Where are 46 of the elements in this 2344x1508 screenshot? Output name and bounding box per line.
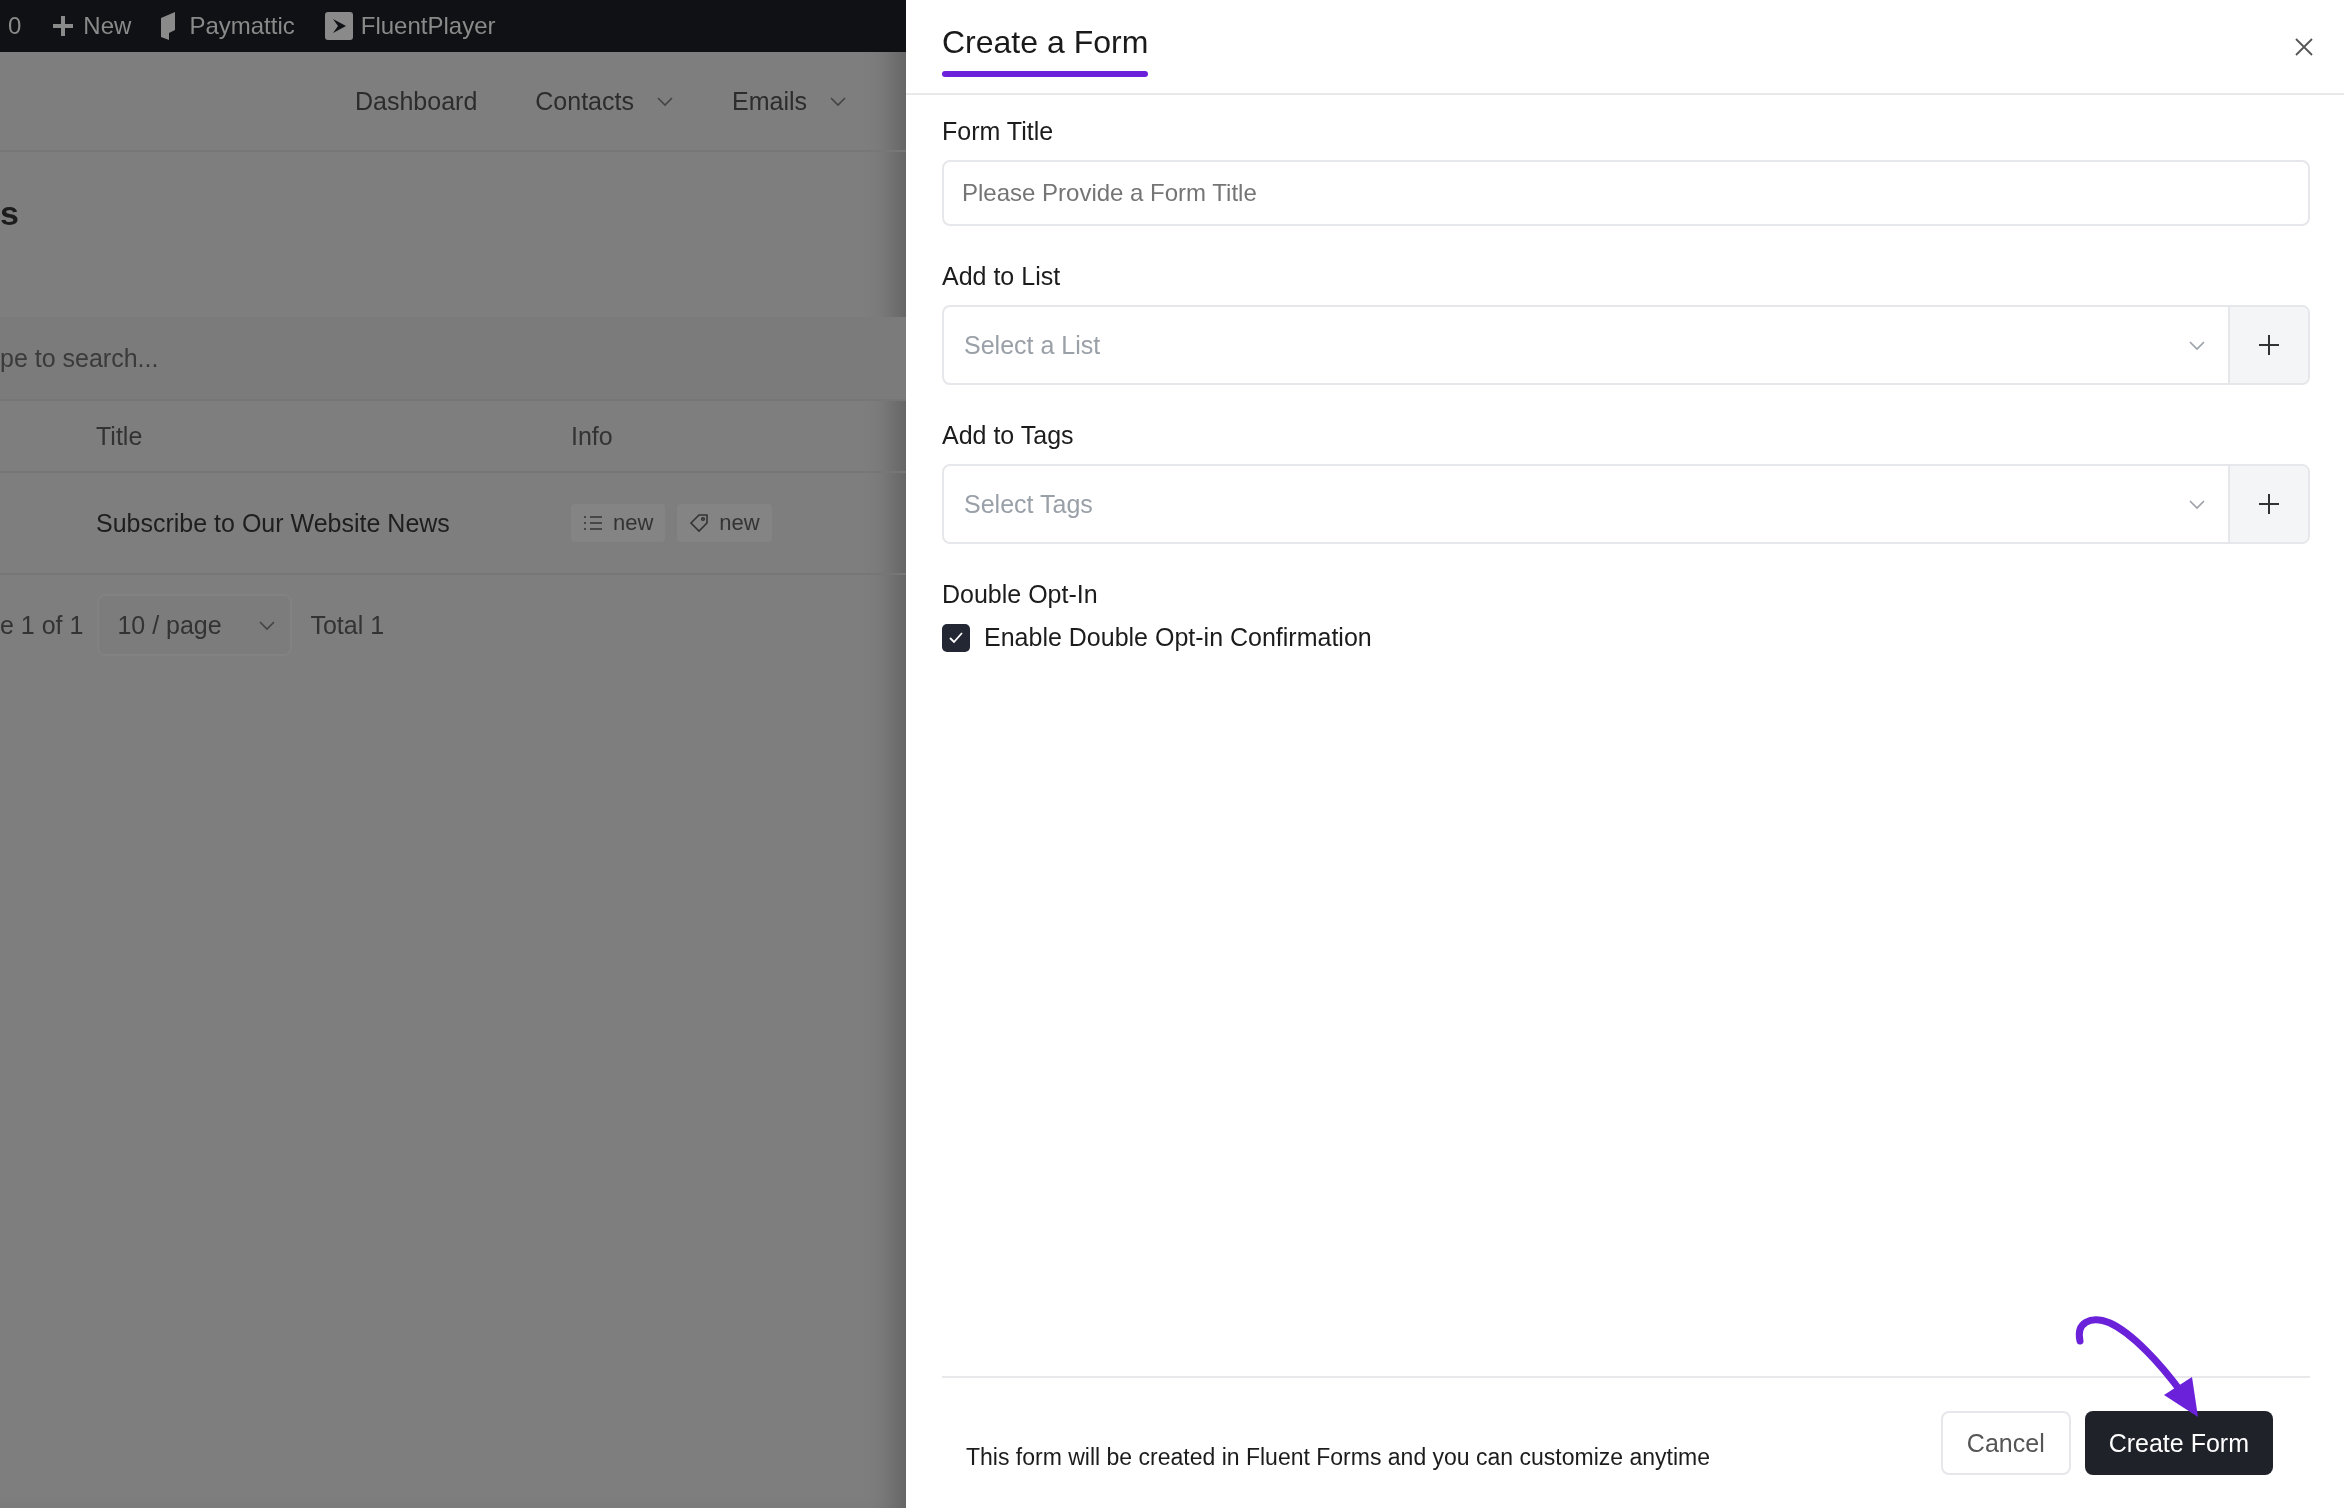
cancel-button[interactable]: Cancel bbox=[1940, 1411, 2071, 1475]
chevron-down-icon bbox=[2188, 339, 2206, 351]
plus-icon bbox=[2258, 334, 2280, 356]
list-icon bbox=[583, 515, 603, 531]
nav-item[interactable]: Emails bbox=[732, 86, 847, 116]
page-info: e 1 of 1 bbox=[0, 610, 84, 640]
nav-item[interactable]: Dashboard bbox=[355, 86, 478, 116]
admin-bar-item[interactable]: New bbox=[51, 12, 132, 40]
checkbox-label: Enable Double Opt-in Confirmation bbox=[984, 623, 1372, 652]
check-icon bbox=[949, 631, 963, 644]
drawer-title: Create a Form bbox=[942, 24, 1149, 69]
play-logo-icon bbox=[324, 12, 353, 40]
select-field[interactable]: Select a List bbox=[942, 305, 2310, 385]
chevron-down-icon bbox=[2188, 498, 2206, 510]
field-label: Form Title bbox=[942, 117, 1055, 146]
plus-icon bbox=[51, 14, 76, 38]
field-label: Add to List bbox=[942, 262, 1062, 291]
chevron-down-icon bbox=[258, 619, 277, 631]
page-size-select[interactable]: 10 / page bbox=[97, 594, 293, 656]
column-header: Info bbox=[571, 421, 613, 451]
close-button[interactable] bbox=[2294, 36, 2314, 57]
table-cell-text: Subscribe to Our Website News bbox=[95, 508, 451, 538]
nav-item[interactable]: Contacts bbox=[535, 86, 674, 116]
page-heading: s bbox=[0, 193, 20, 234]
tag-badge: new bbox=[677, 504, 772, 542]
field-label: Double Opt-In bbox=[942, 580, 1099, 609]
checkbox[interactable] bbox=[942, 623, 970, 652]
plus-icon bbox=[2258, 493, 2280, 515]
form-title-input[interactable]: Please Provide a Form Title bbox=[942, 160, 2310, 226]
create-form-button[interactable]: Create Form bbox=[2084, 1411, 2273, 1475]
admin-bar-item[interactable]: Paymattic bbox=[161, 12, 295, 40]
search-field[interactable]: pe to search... bbox=[0, 317, 906, 401]
total-count: Total 1 bbox=[310, 610, 385, 640]
tag-badge: new bbox=[571, 504, 666, 542]
tag-icon bbox=[689, 513, 710, 533]
footer-note: This form will be created in Fluent Forms and you can customize anytime bbox=[966, 1442, 1710, 1471]
admin-bar-item[interactable]: 0 bbox=[8, 12, 22, 40]
column-header: Title bbox=[95, 421, 144, 451]
chevron-down-icon bbox=[829, 95, 847, 107]
select-placeholder: Select Tags bbox=[964, 489, 1093, 519]
chevron-down-icon bbox=[656, 95, 674, 107]
close-icon bbox=[2294, 36, 2314, 57]
field-label: Add to Tags bbox=[942, 421, 1075, 450]
select-field[interactable]: Select Tags bbox=[942, 464, 2310, 544]
select-placeholder: Select a List bbox=[964, 330, 1101, 360]
admin-bar-item[interactable]: FluentPlayer bbox=[324, 12, 496, 40]
